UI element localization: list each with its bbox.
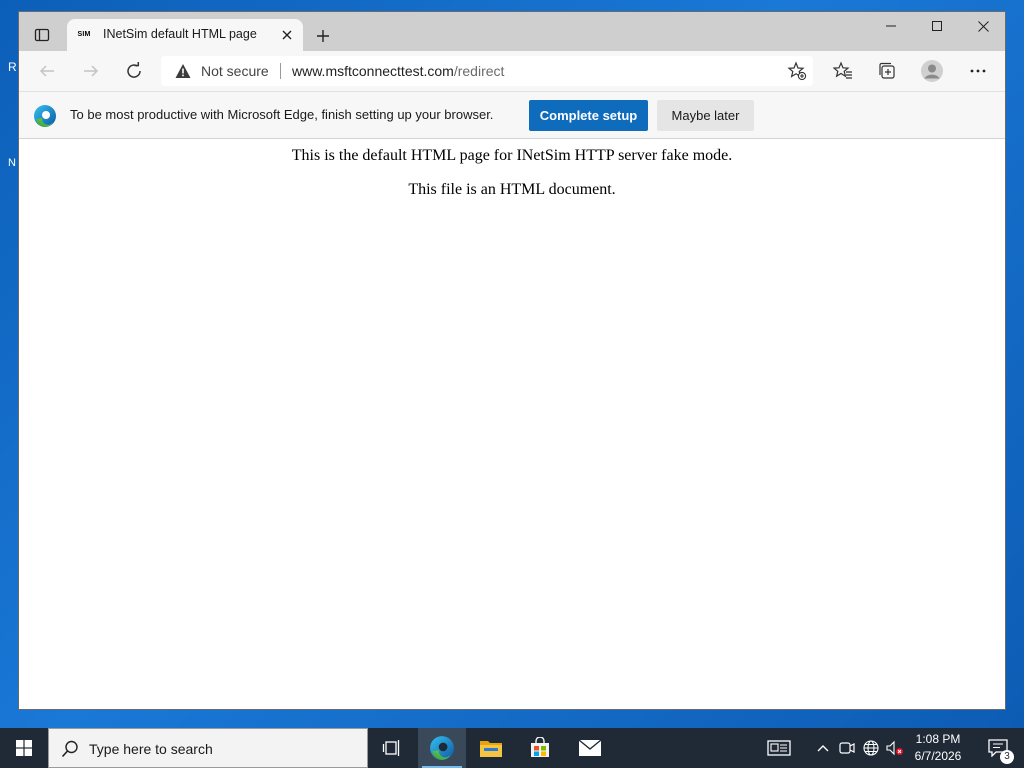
tab-favicon: SIM — [77, 31, 91, 38]
forward-button[interactable] — [77, 57, 105, 85]
page-text-line: This file is an HTML document. — [408, 181, 616, 198]
clock-time: 1:08 PM — [915, 732, 961, 746]
windows-logo-icon — [16, 740, 32, 756]
window-close-button[interactable] — [960, 12, 1005, 40]
maximize-icon — [932, 21, 942, 31]
address-divider — [280, 63, 281, 79]
maximize-button[interactable] — [914, 12, 960, 40]
add-favorite-button[interactable] — [787, 61, 807, 81]
meet-now-button[interactable] — [837, 738, 857, 758]
setup-infobar: To be most productive with Microsoft Edg… — [19, 91, 1005, 139]
store-icon — [531, 737, 549, 757]
page-content: This is the default HTML page for INetSi… — [19, 139, 1005, 709]
camera-icon — [839, 742, 855, 754]
url-host: www.msftconnecttest.com — [292, 63, 454, 79]
complete-setup-button[interactable]: Complete setup — [529, 100, 648, 131]
chevron-up-icon — [817, 745, 829, 752]
page-text-line: This is the default HTML page for INetSi… — [291, 147, 733, 164]
favorites-icon — [833, 61, 852, 79]
minimize-icon — [886, 25, 896, 27]
edge-logo-icon — [34, 105, 56, 127]
tab-inetsim[interactable]: SIM INetSim default HTML page — [67, 19, 303, 51]
globe-icon — [863, 740, 879, 756]
task-view-icon — [382, 740, 400, 756]
profile-button[interactable] — [918, 57, 946, 85]
browser-toolbar: Not secure www.msftconnecttest.com/redir… — [19, 51, 1005, 91]
clock-date: 6/7/2026 — [914, 749, 962, 763]
close-icon — [282, 30, 292, 40]
avatar-icon — [921, 60, 943, 82]
url-text[interactable]: www.msftconnecttest.com/redirect — [292, 63, 504, 79]
infobar-message: To be most productive with Microsoft Edg… — [70, 107, 494, 122]
favorites-button[interactable] — [829, 57, 857, 85]
address-bar[interactable]: Not secure www.msftconnecttest.com/redir… — [161, 56, 813, 86]
url-path: /redirect — [453, 63, 505, 79]
network-button[interactable] — [861, 738, 881, 758]
new-tab-button[interactable] — [312, 25, 334, 47]
tab-actions-icon — [34, 28, 50, 42]
close-icon — [977, 20, 989, 32]
taskbar: Type here to search 1:08 PM 6/7/2026 3 — [0, 728, 1024, 768]
folder-icon — [480, 741, 502, 757]
taskbar-clock[interactable]: 1:08 PM 6/7/2026 — [908, 731, 968, 765]
volume-muted-icon — [886, 740, 903, 756]
browser-window: SIM INetSim default HTML page Not secure… — [18, 11, 1006, 710]
news-widget-button[interactable] — [766, 738, 792, 758]
security-status[interactable]: Not secure — [201, 63, 269, 79]
taskbar-store[interactable] — [516, 728, 564, 768]
plus-icon — [317, 30, 329, 42]
edge-logo-icon — [430, 736, 454, 760]
star-add-icon — [787, 61, 807, 81]
settings-menu-button[interactable] — [964, 57, 992, 85]
desktop-icon-label-fragment: N — [8, 157, 16, 169]
taskbar-search-box[interactable]: Type here to search — [48, 728, 368, 768]
refresh-button[interactable] — [120, 57, 148, 85]
more-icon — [970, 69, 986, 73]
show-hidden-icons-button[interactable] — [813, 738, 833, 758]
volume-button[interactable] — [885, 738, 905, 758]
search-icon — [61, 740, 78, 758]
arrow-right-icon — [84, 65, 99, 77]
taskbar-edge[interactable] — [418, 728, 466, 768]
search-placeholder: Type here to search — [89, 741, 213, 757]
desktop-icon-label-fragment: R — [8, 60, 17, 74]
warning-icon — [175, 64, 191, 78]
start-button[interactable] — [0, 728, 48, 768]
minimize-button[interactable] — [868, 12, 914, 40]
tab-title: INetSim default HTML page — [103, 27, 257, 41]
notifications-button[interactable]: 3 — [978, 728, 1018, 768]
refresh-icon — [127, 62, 141, 78]
taskbar-file-explorer[interactable] — [467, 728, 515, 768]
arrow-left-icon — [39, 65, 54, 77]
tab-actions-button[interactable] — [28, 24, 56, 46]
notification-count-badge: 3 — [1000, 750, 1014, 764]
tab-strip: SIM INetSim default HTML page — [19, 12, 1005, 51]
tab-close-button[interactable] — [277, 25, 297, 45]
task-view-button[interactable] — [368, 728, 416, 768]
mail-icon — [578, 739, 602, 756]
news-icon — [767, 740, 791, 756]
taskbar-mail[interactable] — [566, 728, 614, 768]
collections-button[interactable] — [873, 57, 901, 85]
maybe-later-button[interactable]: Maybe later — [657, 100, 754, 131]
back-button[interactable] — [33, 57, 61, 85]
collections-icon — [879, 62, 895, 79]
